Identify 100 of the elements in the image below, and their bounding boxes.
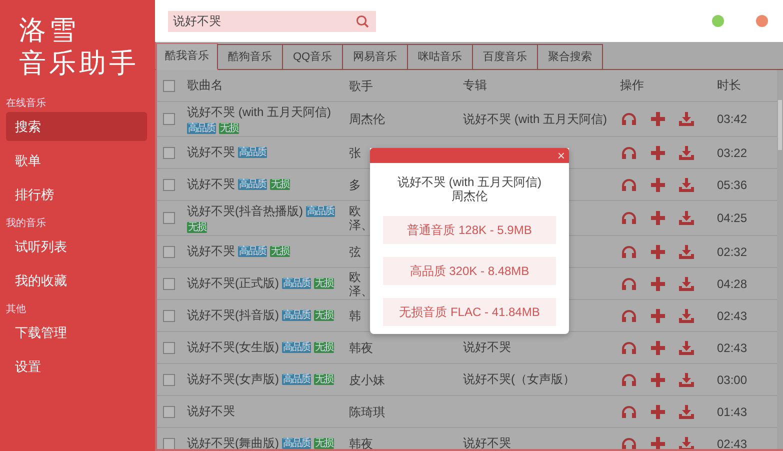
download-icon[interactable]	[679, 112, 694, 126]
headphones-icon[interactable]	[621, 436, 637, 449]
quality-tag: 无损	[314, 374, 334, 385]
download-icon[interactable]	[679, 436, 694, 449]
duration-text: 04:28	[717, 276, 748, 290]
section-title: 在线音乐	[6, 96, 46, 110]
headphones-icon[interactable]	[621, 112, 637, 126]
quality-tag: 高品质	[282, 374, 311, 385]
quality-option-button[interactable]: 无损音质 FLAC - 41.84MB	[383, 298, 556, 326]
checkbox[interactable]	[163, 310, 175, 322]
singer-text: 皮小妹	[349, 372, 385, 386]
quality-tag: 高品质	[282, 310, 311, 321]
checkbox[interactable]	[163, 212, 175, 224]
quality-option-button[interactable]: 普通音质 128K - 5.9MB	[383, 216, 556, 244]
song-title: 说好不哭	[187, 176, 235, 193]
duration-text: 02:43	[717, 308, 748, 322]
window-control-button[interactable]	[712, 15, 724, 27]
quality-tag: 无损	[314, 342, 334, 353]
sidebar-item[interactable]: 我的收藏	[6, 266, 147, 295]
close-button[interactable]: ×	[553, 148, 569, 163]
plus-icon[interactable]	[651, 211, 665, 225]
download-icon[interactable]	[679, 276, 694, 290]
logo-text: 音乐助手	[19, 47, 139, 80]
quality-tag: 无损	[314, 278, 334, 289]
singer-text: 欧 泽、	[349, 270, 373, 298]
checkbox[interactable]	[163, 246, 175, 258]
sidebar-item[interactable]: 下载管理	[6, 318, 147, 347]
song-title: 说好不哭(抖音热播版)	[187, 203, 303, 220]
search-field[interactable]: 说好不哭	[168, 10, 376, 32]
song-title: 说好不哭	[187, 243, 235, 260]
song-title: 说好不哭(正式版)	[187, 275, 279, 292]
plus-icon[interactable]	[651, 112, 665, 126]
download-icon[interactable]	[679, 404, 694, 418]
checkbox[interactable]	[163, 374, 175, 386]
download-icon[interactable]	[679, 308, 694, 322]
download-icon[interactable]	[679, 372, 694, 386]
sidebar-item[interactable]: 排行榜	[6, 180, 147, 209]
quality-tag: 无损	[314, 438, 334, 449]
sidebar-item[interactable]: 设置	[6, 352, 147, 381]
headphones-icon[interactable]	[621, 146, 637, 160]
headphones-icon[interactable]	[621, 308, 637, 322]
plus-icon[interactable]	[651, 372, 665, 386]
plus-icon[interactable]	[651, 146, 665, 160]
quality-tag: 高品质	[238, 246, 267, 257]
download-icon[interactable]	[679, 244, 694, 258]
plus-icon[interactable]	[651, 436, 665, 449]
headphones-icon[interactable]	[621, 211, 637, 225]
column-header: 歌曲名	[187, 77, 223, 94]
plus-icon[interactable]	[651, 244, 665, 258]
download-icon[interactable]	[679, 211, 694, 225]
plus-icon[interactable]	[651, 404, 665, 418]
checkbox[interactable]	[163, 146, 175, 158]
quality-tag: 高品质	[282, 438, 311, 449]
duration-text: 03:42	[717, 112, 748, 126]
duration-text: 04:25	[717, 211, 748, 225]
album-text: 说好不哭(（女声版）	[463, 372, 575, 386]
quality-option-button[interactable]: 高品质 320K - 8.48MB	[383, 257, 556, 285]
source-tab[interactable]: 聚合搜索	[537, 44, 604, 69]
download-icon[interactable]	[679, 146, 694, 160]
album-text: 说好不哭	[463, 340, 511, 354]
download-icon[interactable]	[679, 340, 694, 354]
singer-text: 韩夜	[349, 436, 373, 449]
checkbox[interactable]	[163, 80, 175, 92]
plus-icon[interactable]	[651, 308, 665, 322]
duration-text: 02:32	[717, 244, 748, 258]
source-tab[interactable]: 酷狗音乐	[217, 44, 283, 69]
checkbox[interactable]	[163, 406, 175, 418]
singer-text: 韩	[349, 308, 361, 322]
headphones-icon[interactable]	[621, 404, 637, 418]
singer-text: 张	[349, 146, 361, 160]
plus-icon[interactable]	[651, 340, 665, 354]
column-header: 时长	[717, 78, 741, 92]
headphones-icon[interactable]	[621, 178, 637, 192]
checkbox[interactable]	[163, 438, 175, 449]
sidebar-item[interactable]: 搜索	[6, 112, 147, 141]
duration-text: 01:43	[717, 404, 748, 418]
quality-tag: 无损	[219, 123, 239, 134]
checkbox[interactable]	[163, 178, 175, 190]
sidebar-item[interactable]: 试听列表	[6, 232, 147, 261]
checkbox[interactable]	[163, 278, 175, 290]
window-control-button[interactable]	[756, 15, 768, 27]
quality-tag: 无损	[314, 310, 334, 321]
headphones-icon[interactable]	[621, 244, 637, 258]
checkbox[interactable]	[163, 113, 175, 125]
quality-tag: 高品质	[187, 123, 216, 134]
singer-text: 韩夜	[349, 340, 373, 354]
headphones-icon[interactable]	[621, 372, 637, 386]
song-title: 说好不哭	[187, 144, 235, 161]
checkbox[interactable]	[163, 342, 175, 354]
source-tab[interactable]: 酷我音乐	[156, 43, 218, 70]
search-icon[interactable]	[356, 14, 369, 28]
download-icon[interactable]	[679, 178, 694, 192]
headphones-icon[interactable]	[621, 276, 637, 290]
column-header: 专辑	[463, 78, 487, 92]
plus-icon[interactable]	[651, 276, 665, 290]
sidebar-item[interactable]: 歌单	[6, 146, 147, 175]
duration-text: 02:43	[717, 340, 748, 354]
headphones-icon[interactable]	[621, 340, 637, 354]
song-title: 说好不哭(女生版)	[187, 339, 279, 356]
plus-icon[interactable]	[651, 178, 665, 192]
